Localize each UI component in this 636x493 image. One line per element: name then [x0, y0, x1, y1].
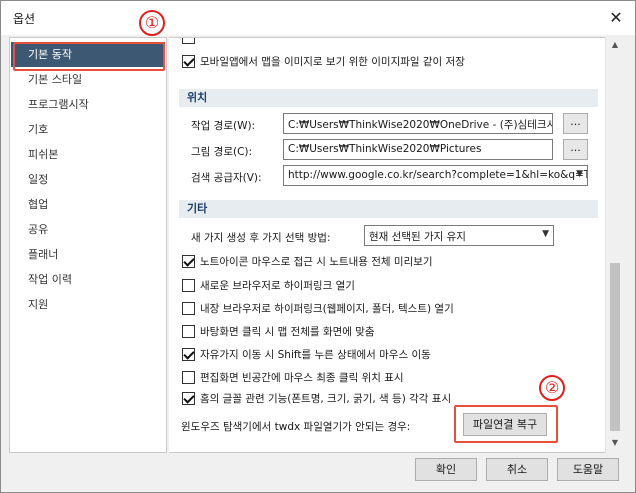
search-provider-label: 검색 공급자(V):	[191, 172, 262, 184]
checkbox-label: 바탕화면 클릭 시 맵 전체를 화면에 맞춤	[200, 325, 375, 338]
sidebar-item-support[interactable]: 지원	[11, 292, 165, 317]
image-path-browse-button[interactable]: ...	[563, 139, 588, 160]
builtin-browser-link-row[interactable]: 내장 브라우저로 하이퍼링크(웹페이지, 폴더, 텍스트) 열기	[182, 300, 454, 316]
search-provider-value: http://www.google.co.kr/search?complete=…	[288, 169, 588, 181]
free-branch-shift-row[interactable]: 자유가지 이동 시 Shift를 누른 상태에서 마우스 이동	[182, 346, 431, 362]
new-branch-select[interactable]: 현재 선택된 가지 유지 ▼	[364, 225, 554, 246]
checkbox-label: 자유가지 이동 시 Shift를 누른 상태에서 마우스 이동	[200, 348, 431, 361]
scrollbar-thumb[interactable]	[610, 263, 620, 431]
annotation-marker-1: ①	[139, 10, 165, 36]
sidebar-item-planner[interactable]: 플래너	[11, 242, 165, 267]
checkbox[interactable]	[182, 301, 195, 315]
new-branch-value: 현재 선택된 가지 유지	[369, 231, 466, 243]
vertical-scrollbar[interactable]: ▲ ▼	[605, 37, 623, 453]
image-path-input[interactable]: C:₩Users₩ThinkWise2020₩Pictures	[283, 139, 553, 160]
restore-file-association-button[interactable]: 파일연결 복구	[463, 413, 547, 436]
home-font-features-row[interactable]: 홈의 글꼴 관련 기능(폰트명, 크기, 굵기, 색 등) 각각 표시	[182, 390, 451, 406]
checkbox-label: 홈의 글꼴 관련 기능(폰트명, 크기, 굵기, 색 등) 각각 표시	[200, 392, 452, 405]
work-path-label: 작업 경로(W):	[191, 120, 256, 132]
checkbox[interactable]	[182, 370, 195, 384]
options-dialog: 옵션 ✕ 기본 동작 기본 스타일 프로그램시작 기호 피쉬본 일정 협업 공유…	[0, 0, 636, 493]
sidebar-item-work-history[interactable]: 작업 이력	[11, 267, 165, 292]
checkbox-label: 노트아이콘 마우스로 접근 시 노트내용 전체 미리보기	[200, 255, 433, 268]
checkbox[interactable]	[182, 324, 195, 338]
section-heading-etc: 기타	[179, 200, 598, 218]
category-list: 기본 동작 기본 스타일 프로그램시작 기호 피쉬본 일정 협업 공유 플래너 …	[9, 37, 167, 453]
work-path-input[interactable]: C:₩Users₩ThinkWise2020₩OneDrive - (주)심테크…	[283, 113, 553, 134]
new-branch-label: 새 가지 생성 후 가지 선택 방법:	[191, 232, 331, 244]
sidebar-item-schedule[interactable]: 일정	[11, 167, 165, 192]
sidebar-item-collaboration[interactable]: 협업	[11, 192, 165, 217]
checkbox[interactable]	[182, 278, 195, 292]
sidebar-item-symbol[interactable]: 기호	[11, 117, 165, 142]
window-title: 옵션	[13, 12, 36, 26]
checkbox[interactable]	[182, 391, 195, 405]
checkbox-label: 편집화면 빈공간에 마우스 최종 클릭 위치 표시	[200, 371, 404, 384]
mobile-image-save-row[interactable]: 모바일앱에서 맵을 이미지로 보기 위한 이미지파일 같이 저장	[182, 53, 465, 69]
sidebar-item-share[interactable]: 공유	[11, 217, 165, 242]
checkbox-label: 새로운 브라우저로 하이퍼링크 열기	[200, 279, 355, 292]
search-provider-select[interactable]: http://www.google.co.kr/search?complete=…	[283, 165, 588, 186]
section-heading-location: 위치	[179, 89, 598, 107]
last-click-marker-row[interactable]: 편집화면 빈공간에 마우스 최종 클릭 위치 표시	[182, 369, 404, 385]
sidebar-item-fishbone[interactable]: 피쉬본	[11, 142, 165, 167]
checkbox[interactable]	[182, 38, 195, 44]
cancel-button[interactable]: 취소	[486, 458, 548, 481]
image-path-label: 그림 경로(C):	[191, 146, 253, 158]
chevron-down-icon: ▼	[576, 169, 583, 179]
ok-button[interactable]: 확인	[415, 458, 477, 481]
checkbox[interactable]	[182, 254, 195, 268]
checkbox[interactable]	[182, 54, 195, 68]
title-bar: 옵션 ✕	[1, 1, 635, 35]
checkbox[interactable]	[182, 347, 195, 361]
file-association-label: 윈도우즈 탐색기에서 twdx 파일열기가 안되는 경우:	[181, 421, 411, 433]
checkbox-label: 모바일앱에서 맵을 이미지로 보기 위한 이미지파일 같이 저장	[200, 55, 465, 68]
sidebar-item-basic-action[interactable]: 기본 동작	[11, 42, 165, 67]
help-button[interactable]: 도움말	[557, 458, 619, 481]
annotation-marker-2: ②	[539, 375, 565, 401]
work-path-browse-button[interactable]: ...	[563, 113, 588, 134]
scroll-up-icon[interactable]: ▲	[609, 40, 621, 52]
scroll-down-icon[interactable]: ▼	[609, 438, 621, 450]
chevron-down-icon: ▼	[542, 229, 549, 239]
note-preview-row[interactable]: 노트아이콘 마우스로 접근 시 노트내용 전체 미리보기	[182, 253, 433, 269]
sidebar-item-basic-style[interactable]: 기본 스타일	[11, 67, 165, 92]
fit-map-on-click-row[interactable]: 바탕화면 클릭 시 맵 전체를 화면에 맞춤	[182, 323, 375, 339]
sidebar-item-program-start[interactable]: 프로그램시작	[11, 92, 165, 117]
close-icon[interactable]: ✕	[605, 7, 627, 29]
new-browser-link-row[interactable]: 새로운 브라우저로 하이퍼링크 열기	[182, 277, 355, 293]
checkbox-label: 내장 브라우저로 하이퍼링크(웹페이지, 폴더, 텍스트) 열기	[200, 302, 454, 315]
partial-checkbox-row[interactable]	[182, 38, 200, 45]
